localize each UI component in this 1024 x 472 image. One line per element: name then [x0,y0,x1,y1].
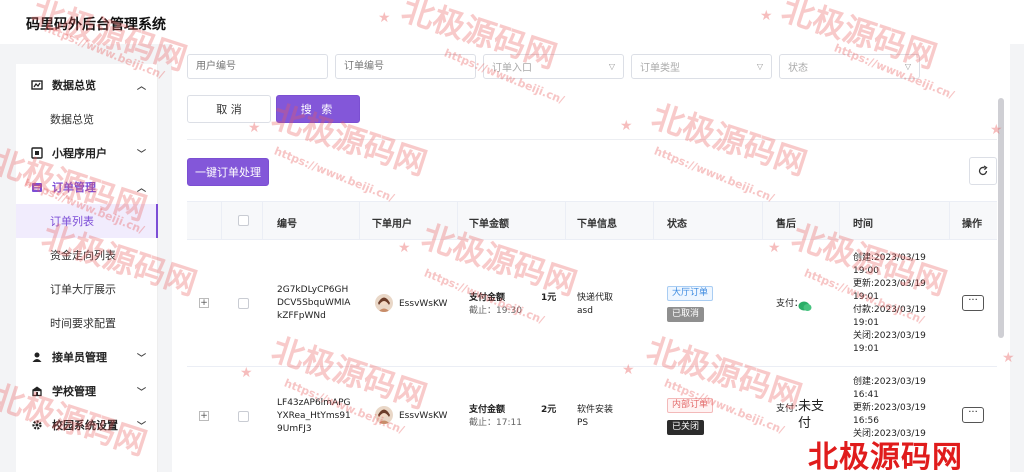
row-checkbox[interactable] [238,411,249,422]
order-id: 2G7kDLyCP6GH DCV5SbquWMIA kZFFpWNd [277,285,351,321]
sidebar-group-label: 校园系统设置 [52,419,118,432]
batch-process-button[interactable]: 一键订单处理 [187,158,269,186]
info-type: 快递代取 [577,293,614,303]
status-badge: 已关闭 [667,420,705,435]
select-all-checkbox[interactable] [238,215,249,226]
sidebar-item-label: 数据总览 [50,113,94,126]
column-header-status: 状态 [667,219,687,230]
column-header-amount: 下单金额 [469,219,509,230]
amount-value: 2元 [541,405,557,415]
scrollbar-thumb[interactable] [998,98,1004,338]
row-checkbox[interactable] [238,298,249,309]
sidebar: 数据总览 ︿ 数据总览 小程序用户 ﹀ 订单管理 ︿ 订单列表 资金走向列表 订… [16,64,158,472]
refresh-button[interactable] [969,157,997,185]
order-no-input[interactable] [335,54,476,79]
sidebar-item-dashboard[interactable]: 数据总览 [16,102,158,136]
order-id: LF43zAP6lmAPG YXRea_HtYms91 9UmFJ3 [277,398,351,434]
chevron-down-icon: ﹀ [136,422,146,432]
expand-row-button[interactable]: + [199,411,209,421]
chevron-down-icon: ﹀ [136,388,146,398]
sidebar-item-order-hall[interactable]: 订单大厅展示 [16,272,158,306]
school-icon [30,384,44,398]
chevron-down-icon: ﹀ [136,150,146,160]
chevron-down-icon: ▽ [608,62,615,71]
status-badge: 内部订单 [667,398,714,413]
sidebar-group-schools[interactable]: 学校管理 ﹀ [16,374,158,408]
sidebar-item-time-config[interactable]: 时间要求配置 [16,306,158,340]
amount-label: 支付金额 [469,405,506,415]
more-actions-button[interactable]: ··· [962,407,984,423]
column-header-ops: 操作 [962,219,982,230]
avatar [375,406,393,424]
after-sale-value: 未支付 [798,399,825,431]
chevron-up-icon: ︿ [136,184,146,194]
user-no-input[interactable] [187,54,328,79]
amount-value: 1元 [541,293,557,303]
select-placeholder: 订单入口 [492,63,532,74]
chevron-down-icon: ▽ [904,62,911,71]
order-entry-select[interactable]: 订单入口 ▽ [483,54,624,79]
order-type-select[interactable]: 订单类型 ▽ [631,54,772,79]
more-actions-button[interactable]: ··· [962,295,984,311]
column-header-after-sale: 售后 [776,219,796,230]
gear-icon [30,418,44,432]
status-select[interactable]: 状态 ▽ [779,54,920,79]
top-bar: 码里码外后台管理系统 [0,0,1024,44]
deadline: 截止：17:11 [469,418,522,428]
info-detail: asd [577,306,593,316]
chevron-down-icon: ﹀ [136,354,146,364]
sidebar-group-orders[interactable]: 订单管理 ︿ [16,170,158,204]
select-placeholder: 订单类型 [640,63,680,74]
vertical-scrollbar[interactable] [998,94,1006,472]
sidebar-group-campus-settings[interactable]: 校园系统设置 ﹀ [16,408,158,442]
chart-icon [30,78,44,92]
order-user: EssvWsKW [399,411,448,421]
search-button[interactable]: 搜 索 [276,95,360,123]
app-title: 码里码外后台管理系统 [26,17,166,33]
sidebar-item-order-list[interactable]: 订单列表 [16,204,158,238]
chevron-down-icon: ▽ [756,62,763,71]
sidebar-group-label: 学校管理 [52,385,96,398]
sidebar-item-label: 资金走向列表 [50,249,116,262]
status-badge: 大厅订单 [667,286,714,301]
sidebar-item-fund-flow[interactable]: 资金走向列表 [16,238,158,272]
column-header-info: 下单信息 [577,219,617,230]
sidebar-group-workers[interactable]: 接单员管理 ﹀ [16,340,158,374]
avatar [375,294,393,312]
chevron-up-icon: ︿ [136,82,146,92]
status-badge: 已取消 [667,307,705,322]
main-content: 订单入口 ▽ 订单类型 ▽ 状态 ▽ 取 消 搜 索 一键订单处理 编号 下单用… [172,44,1010,472]
info-detail: PS [577,418,589,428]
sidebar-group-label: 小程序用户 [52,147,107,160]
divider [187,139,997,140]
sidebar-group-mini-users[interactable]: 小程序用户 ﹀ [16,136,158,170]
sidebar-group-label: 订单管理 [52,181,96,194]
sidebar-item-label: 订单大厅展示 [50,283,116,296]
info-type: 软件安装 [577,405,614,415]
sidebar-group-label: 数据总览 [52,79,96,92]
sidebar-item-label: 订单列表 [50,215,94,228]
table-header: 编号 下单用户 下单金额 下单信息 状态 售后 时间 操作 [187,202,997,240]
sidebar-group-dashboard[interactable]: 数据总览 ︿ [16,68,158,102]
table-row: + 2G7kDLyCP6GH DCV5SbquWMIA kZFFpWNd Ess… [187,240,997,367]
column-header-user: 下单用户 [372,219,412,230]
sidebar-group-label: 接单员管理 [52,351,107,364]
wechat-pay-icon [798,297,812,316]
deadline: 截止：19:30 [469,306,522,316]
refresh-icon [977,162,989,181]
order-times: 创建:2023/03/19 19:00 更新:2023/03/19 19:01 … [853,253,926,354]
worker-icon [30,350,44,364]
sidebar-item-label: 时间要求配置 [50,317,116,330]
select-placeholder: 状态 [788,63,808,74]
expand-row-button[interactable]: + [199,298,209,308]
column-header-time: 时间 [853,219,873,230]
order-user: EssvWsKW [399,299,448,309]
column-header-id: 编号 [277,219,297,230]
mini-program-icon [30,146,44,160]
brand-logo: 北极源码网 [808,440,963,472]
order-icon [30,180,44,194]
amount-label: 支付金额 [469,293,506,303]
cancel-button[interactable]: 取 消 [187,95,271,123]
